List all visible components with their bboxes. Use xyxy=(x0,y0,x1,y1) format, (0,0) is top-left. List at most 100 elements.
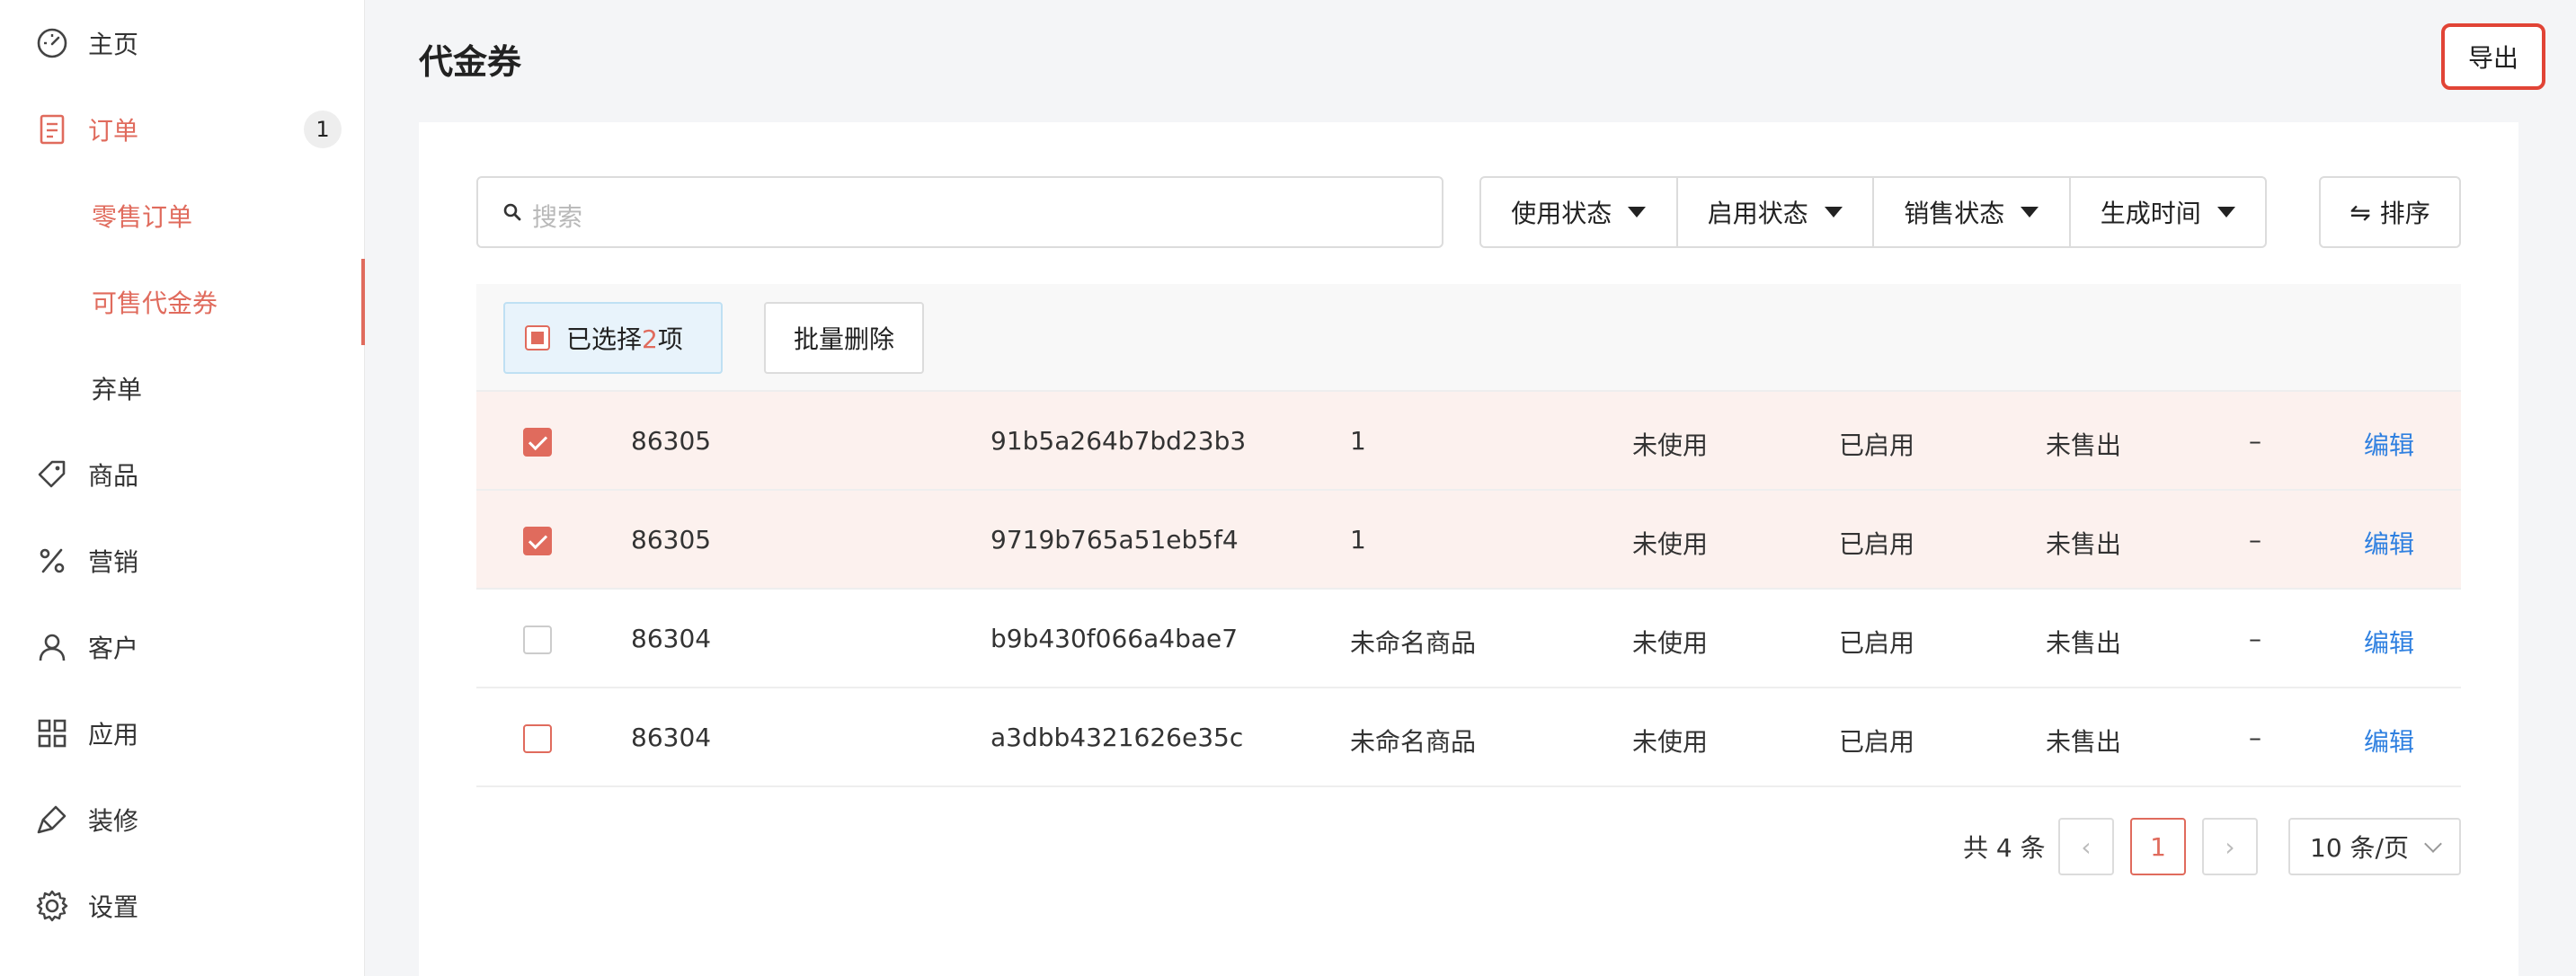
cell-code: a3dbb4321626e35c xyxy=(990,723,1244,752)
page-size-select[interactable]: 10 条/页 xyxy=(2288,818,2461,875)
cell-product: 1 xyxy=(1350,426,1366,456)
cell-extra: – xyxy=(2249,426,2261,456)
search-icon xyxy=(500,200,527,226)
row-checkbox[interactable] xyxy=(523,527,552,555)
filter-use-status[interactable]: 使用状态 xyxy=(1481,178,1678,246)
bulk-delete-button[interactable]: 批量删除 xyxy=(764,302,924,374)
sidebar-item-label: 订单 xyxy=(88,116,139,146)
row-checkbox[interactable] xyxy=(523,626,552,654)
chevron-right-icon: › xyxy=(2225,831,2235,862)
table-row: 86305 91b5a264b7bd23b3 1 未使用 已启用 未售出 – 编… xyxy=(476,392,2461,491)
prev-page-button[interactable]: ‹ xyxy=(2058,818,2114,875)
cell-use-status: 未使用 xyxy=(1632,430,1709,460)
cell-extra: – xyxy=(2249,624,2261,653)
chevron-down-icon xyxy=(2424,835,2442,853)
edit-link[interactable]: 编辑 xyxy=(2364,624,2414,660)
sidebar-item-orders[interactable]: 订单 1 xyxy=(0,86,365,173)
tag-icon xyxy=(34,457,70,492)
sidebar-item-label: 应用 xyxy=(88,720,139,750)
sidebar-subitem-retail-orders[interactable]: 零售订单 xyxy=(0,173,365,259)
sidebar-item-products[interactable]: 商品 xyxy=(0,431,365,518)
cell-id: 86304 xyxy=(631,624,712,653)
sidebar-item-decoration[interactable]: 装修 xyxy=(0,776,365,863)
cell-id: 86305 xyxy=(631,525,712,555)
brush-icon xyxy=(34,802,70,838)
indeterminate-checkbox[interactable] xyxy=(525,325,550,350)
caret-down-icon xyxy=(1824,207,1843,217)
gear-icon xyxy=(34,888,70,924)
order-icon xyxy=(34,111,70,147)
sidebar-item-home[interactable]: 主页 xyxy=(0,0,365,86)
filter-label: 生成时间 xyxy=(2100,199,2201,228)
row-checkbox[interactable] xyxy=(523,428,552,457)
pagination-total: 共 4 条 xyxy=(1963,833,2046,863)
sidebar-item-label: 主页 xyxy=(88,30,139,59)
cell-enable-status: 已启用 xyxy=(1839,430,1915,460)
table-row: 86304 b9b430f066a4bae7 未命名商品 未使用 已启用 未售出… xyxy=(476,590,2461,688)
edit-link[interactable]: 编辑 xyxy=(2364,426,2414,462)
cell-product: 1 xyxy=(1350,525,1366,555)
cell-use-status: 未使用 xyxy=(1632,727,1709,757)
sort-icon: ⇋ xyxy=(2349,197,2371,227)
row-checkbox[interactable] xyxy=(523,724,552,753)
sidebar-item-apps[interactable]: 应用 xyxy=(0,690,365,776)
order-count-badge: 1 xyxy=(304,111,342,148)
caret-down-icon xyxy=(2216,207,2235,217)
cell-enable-status: 已启用 xyxy=(1839,628,1915,658)
percent-icon xyxy=(34,543,70,579)
cell-sale-status: 未售出 xyxy=(2046,727,2122,757)
filter-label: 使用状态 xyxy=(1511,199,1612,228)
caret-down-icon xyxy=(2021,207,2039,217)
selection-text: 已选择2项 xyxy=(566,324,683,354)
cell-enable-status: 已启用 xyxy=(1839,727,1915,757)
sidebar-item-marketing[interactable]: 营销 xyxy=(0,518,365,604)
sidebar-subitem-abandoned[interactable]: 弃单 xyxy=(0,345,365,431)
sidebar-subitem-label: 零售订单 xyxy=(92,202,193,232)
filter-enable-status[interactable]: 启用状态 xyxy=(1678,178,1874,246)
cell-code: b9b430f066a4bae7 xyxy=(990,624,1239,653)
search-placeholder: 搜索 xyxy=(532,202,583,232)
page-size-label: 10 条/页 xyxy=(2310,833,2409,863)
sidebar-item-label: 装修 xyxy=(88,806,139,836)
sidebar-subitem-vouchers[interactable]: 可售代金券 xyxy=(0,259,365,345)
sort-label: 排序 xyxy=(2379,199,2430,228)
cell-sale-status: 未售出 xyxy=(2046,529,2122,559)
sidebar-item-label: 商品 xyxy=(88,461,139,491)
sidebar-item-settings[interactable]: 设置 xyxy=(0,863,365,949)
cell-product: 未命名商品 xyxy=(1350,628,1477,658)
cell-use-status: 未使用 xyxy=(1632,529,1709,559)
sidebar-item-label: 客户 xyxy=(88,634,139,663)
sidebar-item-label: 设置 xyxy=(88,892,139,922)
cell-enable-status: 已启用 xyxy=(1839,529,1915,559)
edit-link[interactable]: 编辑 xyxy=(2364,525,2414,561)
sort-button[interactable]: ⇋ 排序 xyxy=(2319,176,2461,248)
filter-group: 使用状态 启用状态 销售状态 生成时间 xyxy=(1479,176,2267,248)
table-row: 86305 9719b765a51eb5f4 1 未使用 已启用 未售出 – 编… xyxy=(476,491,2461,590)
cell-use-status: 未使用 xyxy=(1632,628,1709,658)
cell-product: 未命名商品 xyxy=(1350,727,1477,757)
export-button[interactable]: 导出 xyxy=(2441,23,2545,90)
cell-id: 86304 xyxy=(631,723,712,752)
table-row: 86304 a3dbb4321626e35c 未命名商品 未使用 已启用 未售出… xyxy=(476,688,2461,787)
dashboard-icon xyxy=(34,25,70,61)
cell-extra: – xyxy=(2249,723,2261,752)
search-input[interactable]: 搜索 xyxy=(476,176,1443,248)
filter-label: 销售状态 xyxy=(1904,199,2005,228)
page-title: 代金券 xyxy=(419,42,522,82)
page-number-button[interactable]: 1 xyxy=(2130,818,2186,875)
cell-sale-status: 未售出 xyxy=(2046,628,2122,658)
cell-extra: – xyxy=(2249,525,2261,555)
filter-created-time[interactable]: 生成时间 xyxy=(2071,178,2266,246)
selection-indicator[interactable]: 已选择2项 xyxy=(503,302,723,374)
caret-down-icon xyxy=(1628,207,1647,217)
cell-id: 86305 xyxy=(631,426,712,456)
sidebar-item-customers[interactable]: 客户 xyxy=(0,604,365,690)
filter-label: 启用状态 xyxy=(1707,199,1808,228)
edit-link[interactable]: 编辑 xyxy=(2364,723,2414,759)
apps-icon xyxy=(34,715,70,751)
next-page-button[interactable]: › xyxy=(2202,818,2258,875)
sidebar-item-label: 营销 xyxy=(88,547,139,577)
cell-sale-status: 未售出 xyxy=(2046,430,2122,460)
sidebar: 主页 订单 1 零售订单 可售代金券 弃单 商品 营销 客户 应用 装修 设置 xyxy=(0,0,365,976)
filter-sale-status[interactable]: 销售状态 xyxy=(1874,178,2071,246)
